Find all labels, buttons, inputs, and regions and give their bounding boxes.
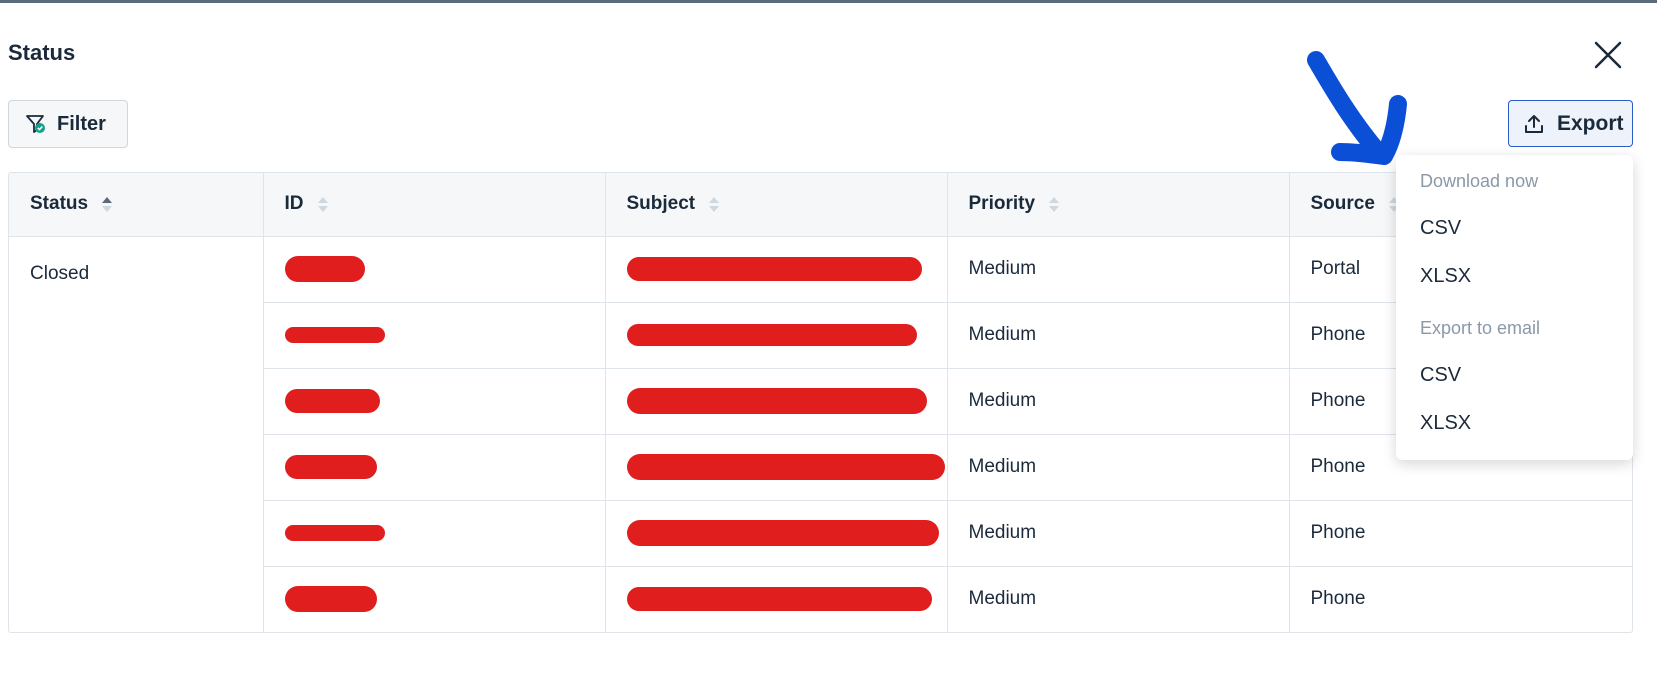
close-icon — [1594, 41, 1622, 69]
subject-cell[interactable] — [605, 236, 948, 303]
column-header-priority[interactable]: Priority — [947, 173, 1290, 237]
redaction-mark — [626, 388, 927, 414]
ticket-id-cell[interactable] — [263, 434, 606, 501]
upload-icon — [1525, 114, 1543, 133]
priority-cell: Medium — [947, 302, 1290, 369]
column-header-id[interactable]: ID — [263, 173, 606, 237]
menu-item-download-xlsx[interactable]: XLSX — [1420, 265, 1471, 288]
source-cell: Phone — [1289, 500, 1632, 567]
priority-cell: Medium — [947, 566, 1290, 632]
subject-cell[interactable] — [605, 500, 948, 567]
priority-cell: Medium — [947, 368, 1290, 435]
close-button[interactable] — [1590, 37, 1626, 73]
redaction-mark — [626, 454, 945, 480]
column-header-status[interactable]: Status — [9, 173, 264, 237]
priority-cell: Medium — [947, 434, 1290, 501]
menu-group-export-to-email: Export to email — [1420, 318, 1541, 338]
priority-cell: Medium — [947, 236, 1290, 303]
redaction-mark — [284, 586, 377, 613]
ticket-id-cell[interactable] — [263, 368, 606, 435]
redaction-mark — [626, 587, 932, 612]
sort-icon[interactable] — [317, 194, 329, 214]
sort-asc-icon[interactable] — [101, 194, 113, 214]
export-button-label: Export — [1557, 111, 1624, 135]
sort-icon[interactable] — [708, 194, 720, 214]
priority-cell: Medium — [947, 500, 1290, 567]
menu-item-download-csv[interactable]: CSV — [1420, 217, 1461, 240]
export-dropdown-menu: Download now CSV XLSX Export to email CS… — [1396, 155, 1633, 460]
export-button[interactable]: Export — [1508, 100, 1633, 147]
redaction-mark — [284, 256, 365, 282]
menu-item-email-xlsx[interactable]: XLSX — [1420, 412, 1471, 435]
status-group-cell: Closed — [9, 236, 264, 632]
top-border — [0, 0, 1657, 3]
filter-button-label: Filter — [57, 112, 106, 135]
filter-icon — [26, 115, 45, 133]
annotation-arrow-icon — [1307, 51, 1407, 165]
redaction-mark — [284, 326, 385, 343]
ticket-id-cell[interactable] — [263, 236, 606, 303]
subject-cell[interactable] — [605, 566, 948, 632]
page-title: Status — [8, 40, 76, 65]
redaction-mark — [626, 323, 917, 346]
filter-button[interactable]: Filter — [8, 100, 128, 148]
source-cell: Phone — [1310, 588, 1366, 610]
table-header-row: Status ID Subject Priority Source — [9, 173, 1632, 237]
ticket-id-cell[interactable] — [263, 566, 606, 632]
sort-icon[interactable] — [1048, 194, 1060, 214]
menu-item-email-csv[interactable]: CSV — [1420, 364, 1461, 387]
tickets-table: Status ID Subject Priority Source Closed… — [8, 172, 1633, 633]
table-row[interactable]: Closed Medium Portal — [9, 236, 1632, 632]
redaction-mark — [284, 524, 385, 541]
ticket-id-cell[interactable] — [263, 302, 606, 369]
subject-cell[interactable] — [605, 434, 948, 501]
ticket-id-cell[interactable] — [263, 500, 606, 567]
redaction-mark — [284, 455, 377, 479]
column-header-subject[interactable]: Subject — [605, 173, 948, 237]
redaction-mark — [626, 520, 939, 546]
redaction-mark — [284, 389, 380, 413]
redaction-mark — [626, 257, 922, 281]
menu-group-download-now: Download now — [1420, 171, 1539, 191]
subject-cell[interactable] — [605, 302, 948, 369]
subject-cell[interactable] — [605, 368, 948, 435]
